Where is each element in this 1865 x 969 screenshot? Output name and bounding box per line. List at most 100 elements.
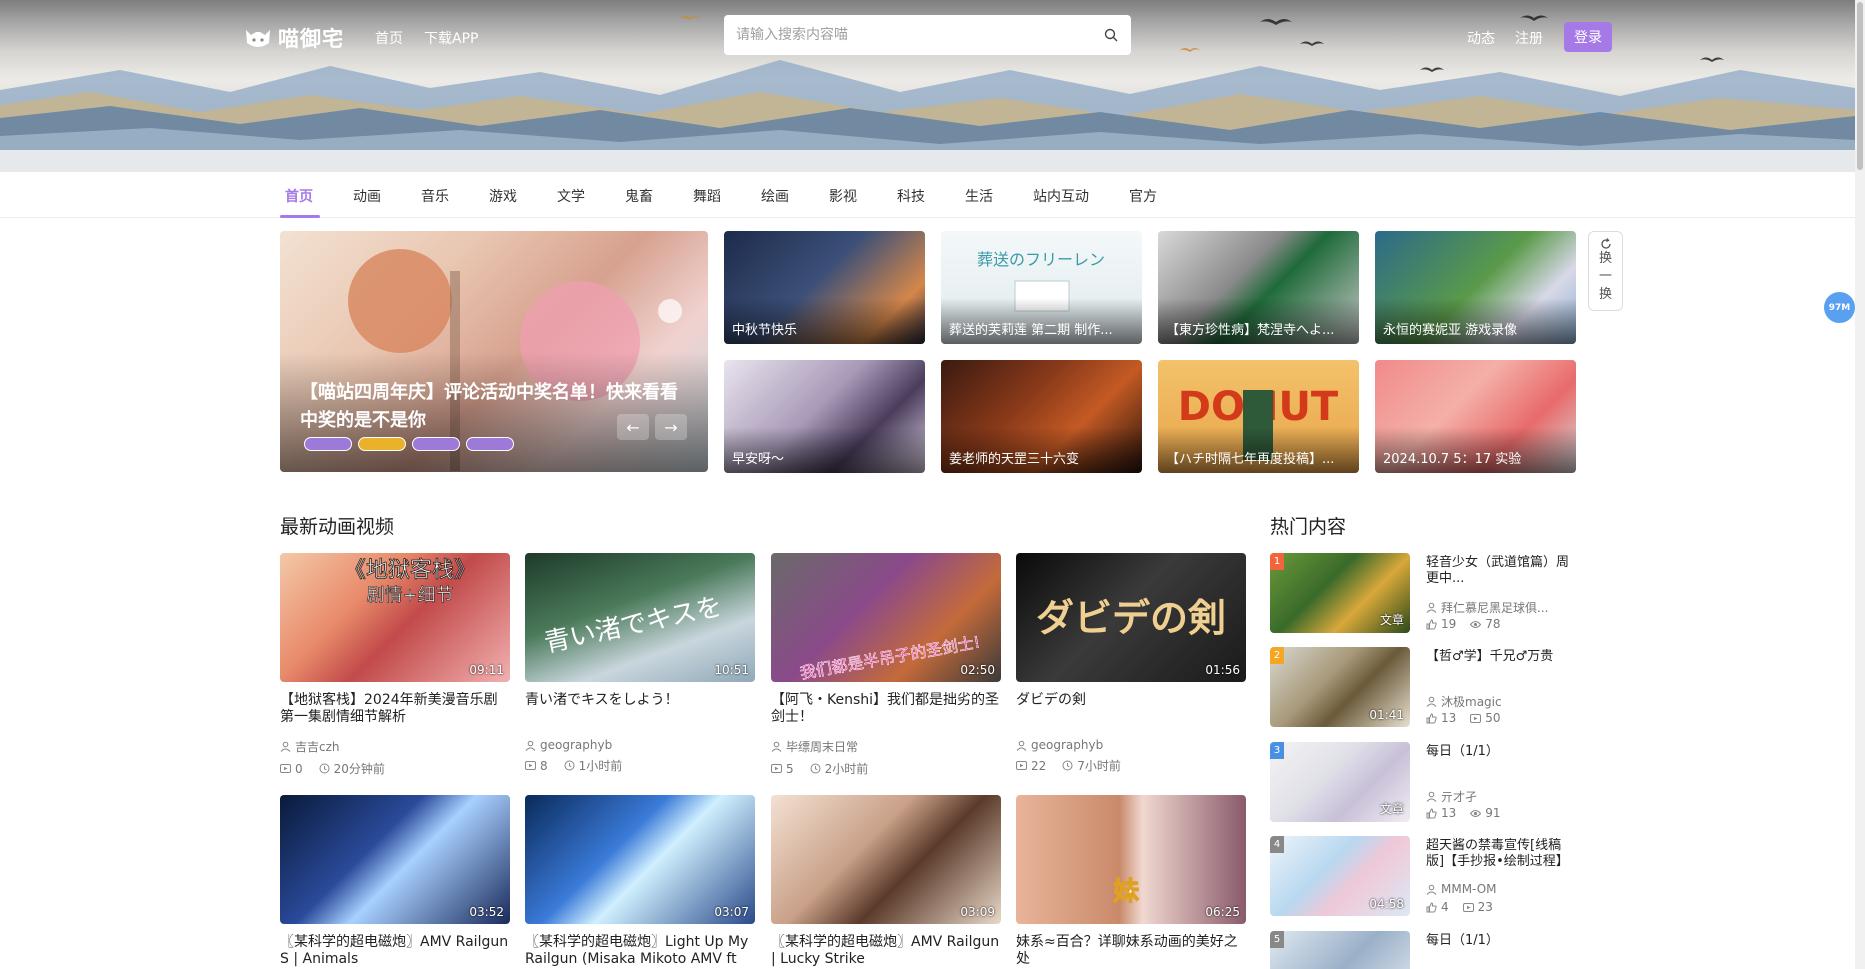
- site-logo[interactable]: 喵御宅: [244, 23, 344, 53]
- hot-title[interactable]: 轻音少女（武道馆篇）周更中...: [1426, 555, 1576, 587]
- hot-item[interactable]: 1 文章 轻音少女（武道馆篇）周更中... 拜仁慕尼黑足球俱... 19 78: [1270, 553, 1580, 633]
- video-author[interactable]: geographyb: [1031, 738, 1103, 752]
- tab-literature[interactable]: 文学: [557, 186, 585, 206]
- carousel-dot[interactable]: [466, 437, 514, 451]
- tab-games[interactable]: 游戏: [489, 186, 517, 206]
- user-icon: [1016, 740, 1027, 751]
- featured-caption: 【ハチ时隔七年再度投稿】...: [1166, 452, 1335, 467]
- hot-author[interactable]: MMM-OM: [1441, 882, 1497, 896]
- tab-life[interactable]: 生活: [965, 186, 993, 206]
- nav-home-link[interactable]: 首页: [375, 28, 403, 48]
- search-button[interactable]: [1091, 15, 1131, 55]
- video-title[interactable]: 【阿飞・Kenshi】我们都是拙劣的圣剑士！: [771, 692, 1001, 726]
- nav-download-app-link[interactable]: 下载APP: [424, 28, 478, 48]
- hot-item[interactable]: 4 04:58 超天酱の禁毒宣传[线稿版]【手抄报•绘制过程】 MMM-OM 4…: [1270, 836, 1580, 916]
- video-thumbnail[interactable]: 我们都是半吊子的圣剑士! 02:50: [771, 553, 1001, 682]
- carousel-next-button[interactable]: →: [655, 414, 687, 440]
- video-title[interactable]: 〖某科学的超电磁炮〗AMV Railgun S | Animals: [280, 934, 510, 968]
- featured-caption: 早安呀～: [732, 452, 785, 467]
- carousel-prev-button[interactable]: ←: [617, 414, 649, 440]
- carousel-dot[interactable]: [412, 437, 460, 451]
- video-title[interactable]: ダビデの剣: [1016, 692, 1246, 726]
- video-author[interactable]: geographyb: [540, 738, 612, 752]
- featured-card[interactable]: DONUT 【ハチ时隔七年再度投稿】...: [1158, 360, 1359, 473]
- hot-thumbnail[interactable]: 1 文章: [1270, 553, 1410, 633]
- rank-badge: 1: [1270, 553, 1284, 570]
- video-card[interactable]: 妹 06:25 妹系≈百合？详聊妹系动画的美好之处: [1016, 795, 1246, 968]
- video-card[interactable]: 《地狱客栈》 剧情+细节 09:11 【地狱客栈】2024年新美漫音乐剧第一集剧情…: [280, 553, 510, 777]
- video-card[interactable]: ダビデの剣 01:56 ダビデの剣 geographyb 22 7小时前: [1016, 553, 1246, 774]
- video-title[interactable]: 〖某科学的超电磁炮〗AMV Railgun | Lucky Strike: [771, 934, 1001, 968]
- tab-music[interactable]: 音乐: [421, 186, 449, 206]
- hot-tag: 文章: [1379, 613, 1404, 627]
- tab-dance[interactable]: 舞蹈: [693, 186, 721, 206]
- featured-card[interactable]: 2024.10.7 5：17 实验: [1375, 360, 1576, 473]
- hot-author[interactable]: 拜仁慕尼黑足球俱...: [1441, 599, 1548, 616]
- user-icon: [771, 741, 782, 752]
- video-title[interactable]: 【地狱客栈】2024年新美漫音乐剧第一集剧情细节解析: [280, 692, 510, 726]
- video-author[interactable]: 毕缥周末日常: [786, 738, 858, 755]
- latest-videos-title: 最新动画视频: [280, 516, 395, 538]
- eye-icon: [1470, 620, 1482, 628]
- video-card[interactable]: 03:09 〖某科学的超电磁炮〗AMV Railgun | Lucky Stri…: [771, 795, 1001, 968]
- featured-card[interactable]: 早安呀～: [724, 360, 925, 473]
- video-thumbnail[interactable]: 妹 06:25: [1016, 795, 1246, 924]
- hot-item[interactable]: 2 01:41 【哲♂学】千兄♂万贵 沐极magic 13 50: [1270, 647, 1580, 727]
- hot-thumbnail[interactable]: 4 04:58: [1270, 836, 1410, 916]
- hot-author[interactable]: 亓才孑: [1441, 788, 1477, 805]
- tab-interaction[interactable]: 站内互动: [1033, 186, 1089, 206]
- featured-card[interactable]: 葬送のフリーレン 葬送的芙莉莲 第二期 制作...: [941, 231, 1142, 344]
- featured-card[interactable]: 姜老师的天罡三十六变: [941, 360, 1142, 473]
- tab-film[interactable]: 影视: [829, 186, 857, 206]
- video-card[interactable]: 我们都是半吊子的圣剑士! 02:50 【阿飞・Kenshi】我们都是拙劣的圣剑士…: [771, 553, 1001, 777]
- video-author[interactable]: 吉吉czh: [295, 738, 340, 755]
- swap-button[interactable]: 换 一 换: [1588, 231, 1623, 311]
- hot-content-title: 热门内容: [1270, 516, 1347, 538]
- register-link[interactable]: 注册: [1515, 28, 1543, 48]
- tab-tech[interactable]: 科技: [897, 186, 925, 206]
- hot-thumbnail[interactable]: 3 文章: [1270, 742, 1410, 822]
- hot-author[interactable]: 沐极magic: [1441, 693, 1502, 710]
- featured-card[interactable]: 【東方珍性病】梵涅寺へよ...: [1158, 231, 1359, 344]
- user-icon: [280, 741, 291, 752]
- hot-thumbnail[interactable]: 5: [1270, 931, 1410, 969]
- hot-title[interactable]: 每日（1/1）: [1426, 744, 1576, 776]
- video-thumbnail[interactable]: 03:07: [525, 795, 755, 924]
- floating-badge[interactable]: 97M: [1824, 292, 1855, 323]
- tab-home[interactable]: 首页: [285, 186, 313, 206]
- video-card[interactable]: 03:07 〖某科学的超电磁炮〗Light Up My Railgun (Mis…: [525, 795, 755, 968]
- login-button[interactable]: 登录: [1564, 22, 1612, 52]
- featured-card[interactable]: 永恒的赛妮亚 游戏录像: [1375, 231, 1576, 344]
- tab-drawing[interactable]: 绘画: [761, 186, 789, 206]
- tab-kichiku[interactable]: 鬼畜: [625, 186, 653, 206]
- carousel-dot[interactable]: [304, 437, 352, 451]
- tab-official[interactable]: 官方: [1129, 186, 1157, 206]
- hot-title[interactable]: 超天酱の禁毒宣传[线稿版]【手抄报•绘制过程】: [1426, 838, 1576, 870]
- tab-anime[interactable]: 动画: [353, 186, 381, 206]
- carousel-dot[interactable]: [358, 437, 406, 451]
- page-scrollbar[interactable]: [1855, 0, 1865, 969]
- hot-title[interactable]: 每日（1/1）: [1426, 933, 1576, 965]
- hot-title[interactable]: 【哲♂学】千兄♂万贵: [1426, 649, 1576, 681]
- main-carousel[interactable]: 【喵站四周年庆】评论活动中奖名单！快来看看中奖的是不是你 ← →: [280, 231, 708, 472]
- video-title[interactable]: 〖某科学的超电磁炮〗Light Up My Railgun (Misaka Mi…: [525, 934, 755, 968]
- swap-label: 一: [1598, 269, 1612, 284]
- video-thumbnail[interactable]: 03:52: [280, 795, 510, 924]
- video-card[interactable]: 青い渚でキスを 10:51 青い渚でキスをしよう！ geographyb 8 1小…: [525, 553, 755, 774]
- hot-thumbnail[interactable]: 2 01:41: [1270, 647, 1410, 727]
- video-thumbnail[interactable]: 青い渚でキスを 10:51: [525, 553, 755, 682]
- video-thumbnail[interactable]: 03:09: [771, 795, 1001, 924]
- featured-card[interactable]: 中秋节快乐: [724, 231, 925, 344]
- video-card[interactable]: 03:52 〖某科学的超电磁炮〗AMV Railgun S | Animals: [280, 795, 510, 968]
- search-input[interactable]: [724, 15, 1091, 55]
- play-count-icon: [280, 764, 291, 773]
- video-title[interactable]: 妹系≈百合？详聊妹系动画的美好之处: [1016, 934, 1246, 968]
- video-thumbnail[interactable]: ダビデの剣 01:56: [1016, 553, 1246, 682]
- dynamics-link[interactable]: 动态: [1467, 28, 1495, 48]
- video-title[interactable]: 青い渚でキスをしよう！: [525, 692, 755, 726]
- like-icon: [1426, 807, 1437, 818]
- video-duration: 09:11: [469, 663, 504, 677]
- hot-item[interactable]: 5 每日（1/1）: [1270, 931, 1580, 969]
- hot-item[interactable]: 3 文章 每日（1/1） 亓才孑 13 91: [1270, 742, 1580, 822]
- video-thumbnail[interactable]: 《地狱客栈》 剧情+细节 09:11: [280, 553, 510, 682]
